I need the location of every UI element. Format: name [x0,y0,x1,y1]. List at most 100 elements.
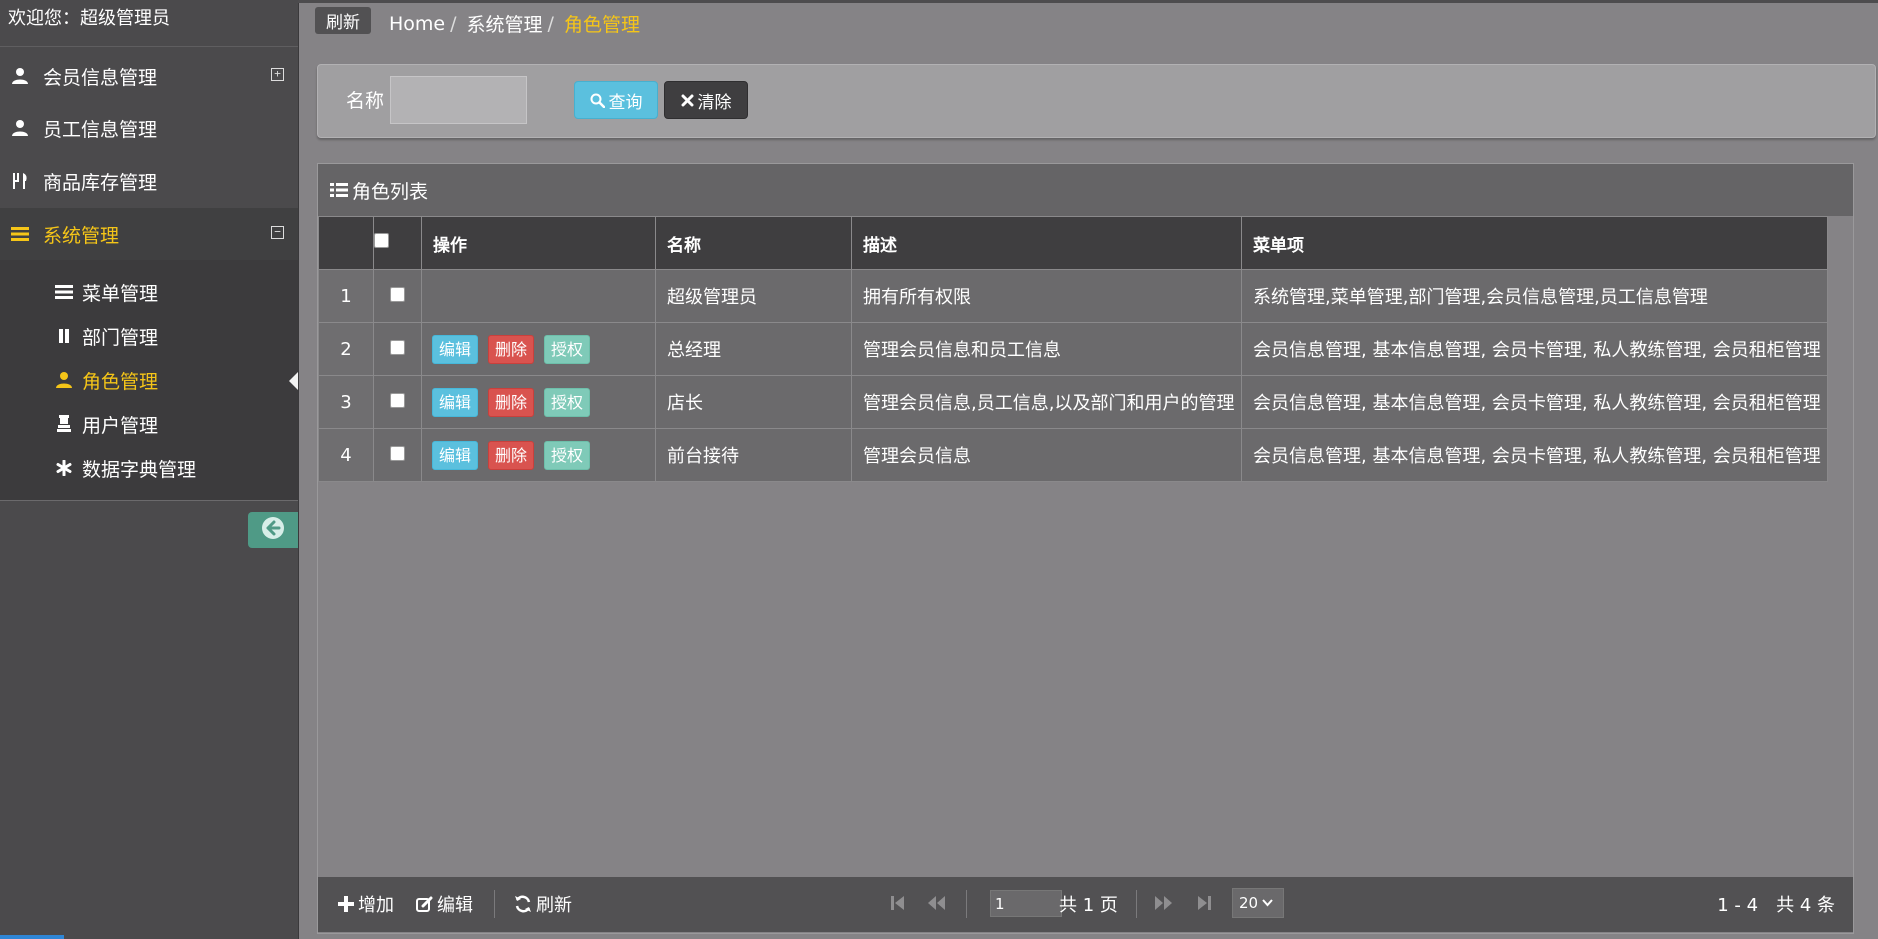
authorize-button[interactable]: 授权 [544,440,591,470]
sidebar-item-staff-info[interactable]: 员工信息管理 [0,102,298,154]
breadcrumb-system[interactable]: 系统管理 [467,10,543,37]
row-number: 4 [318,428,374,482]
grid-footer-toolbar: 增加 编辑 刷新 共 1 页 [318,877,1853,932]
delete-button[interactable]: 删除 [488,387,535,417]
clear-button[interactable]: 清除 [664,81,748,119]
table-row[interactable]: 3 编辑 删除 授权 店长 管理会员信息,员工信息,以及部门和用户的管理 会员信息管… [318,375,1828,429]
next-page-icon[interactable] [1154,894,1174,912]
row-actions-cell [421,269,656,323]
list-icon [10,226,30,242]
edit-button[interactable]: 编辑 [432,387,479,417]
row-number: 2 [318,322,374,376]
king-icon [54,415,74,433]
asterisk-icon [54,460,74,476]
role-table: 操作 名称 描述 菜单项 1 超级管理员 拥有所有权限 系统管理,菜单管理,部门… [318,216,1828,482]
edit-button[interactable]: 编辑 [432,334,479,364]
add-button-label: 增加 [358,895,394,916]
breadcrumb-home[interactable]: Home [389,13,445,35]
refresh-icon [514,895,532,913]
column-header-actions[interactable]: 操作 [421,216,656,270]
clear-button-label: 清除 [697,92,732,113]
query-button-label: 查询 [608,92,643,113]
pause-icon [54,329,74,343]
first-page-icon[interactable] [890,894,906,912]
sidebar-item-label: 数据字典管理 [82,458,197,481]
collapse-toggle-icon[interactable]: − [271,226,284,239]
sidebar-item-department-mgmt[interactable]: 部门管理 [0,314,298,358]
user-icon [54,371,74,389]
add-button[interactable]: 增加 [338,891,394,917]
breadcrumb-separator: / [547,12,554,35]
welcome-text: 欢迎您：超级管理员 [8,8,170,29]
chevron-down-icon [1262,899,1273,907]
grid-title-bar: 角色列表 [318,164,1853,216]
collapse-sidebar-button[interactable] [248,512,298,548]
prev-page-icon[interactable] [926,894,946,912]
divider [0,46,298,47]
row-name-cell: 超级管理员 [655,269,852,323]
pager-separator [966,890,967,918]
sidebar-item-system[interactable]: 系统管理 − [0,208,298,260]
row-name-cell: 店长 [655,375,852,429]
sidebar-item-member-info[interactable]: 会员信息管理 + [0,50,298,102]
edit-toolbar-button[interactable]: 编辑 [416,891,473,917]
row-checkbox[interactable] [390,286,405,302]
sidebar: 欢迎您：超级管理员 会员信息管理 + 员工信息管理 商品库存管理 系统管理 − [0,0,299,939]
sidebar-item-dictionary-mgmt[interactable]: 数据字典管理 [0,446,298,490]
breadcrumb-separator: / [450,12,457,35]
edit-toolbar-label: 编辑 [437,895,473,916]
row-actions-cell: 编辑 删除 授权 [421,322,656,376]
row-checkbox-cell [373,428,422,482]
row-checkbox[interactable] [390,392,405,408]
table-row[interactable]: 1 超级管理员 拥有所有权限 系统管理,菜单管理,部门管理,会员信息管理,员工信… [318,269,1828,323]
column-header-menus[interactable]: 菜单项 [1241,216,1828,270]
sidebar-item-menu-mgmt[interactable]: 菜单管理 [0,270,298,314]
table-row[interactable]: 2 编辑 删除 授权 总经理 管理会员信息和员工信息 会员信息管理, 基本信息管理,… [318,322,1828,376]
column-header-name[interactable]: 名称 [655,216,852,270]
row-number: 1 [318,269,374,323]
row-checkbox-cell [373,375,422,429]
row-description-cell: 管理会员信息,员工信息,以及部门和用户的管理 [851,375,1242,429]
delete-button[interactable]: 删除 [488,334,535,364]
row-menus-cell: 系统管理,菜单管理,部门管理,会员信息管理,员工信息管理 [1241,269,1828,323]
refresh-tab[interactable]: 刷新 [315,7,371,34]
sidebar-item-inventory[interactable]: 商品库存管理 [0,155,298,207]
select-all-checkbox[interactable] [374,233,389,248]
row-actions-cell: 编辑 删除 授权 [421,428,656,482]
expand-toggle-icon[interactable]: + [271,68,284,81]
row-description-cell: 管理会员信息 [851,428,1242,482]
active-indicator-icon [289,372,298,390]
authorize-button[interactable]: 授权 [544,387,591,417]
table-row[interactable]: 4 编辑 删除 授权 前台接待 管理会员信息 会员信息管理, 基本信息管理, 会员卡… [318,428,1828,482]
sidebar-item-label: 角色管理 [82,370,159,393]
breadcrumb: Home / 系统管理 / 角色管理 [389,10,640,37]
column-header-description[interactable]: 描述 [851,216,1242,270]
search-name-input[interactable] [390,76,527,124]
query-button[interactable]: 查询 [574,81,658,119]
cutlery-icon [10,172,30,190]
authorize-button[interactable]: 授权 [544,334,591,364]
refresh-toolbar-button[interactable]: 刷新 [514,891,572,917]
toolbar-separator [494,890,495,918]
edit-button[interactable]: 编辑 [432,440,479,470]
row-checkbox-cell [373,322,422,376]
row-checkbox[interactable] [390,339,405,355]
sidebar-item-label: 员工信息管理 [43,118,158,141]
row-menus-cell: 会员信息管理, 基本信息管理, 会员卡管理, 私人教练管理, 会员租柜管理 [1241,322,1828,376]
plus-icon [338,896,354,912]
last-page-icon[interactable] [1196,894,1212,912]
row-checkbox[interactable] [390,445,405,461]
rownum-header [318,216,374,270]
sidebar-item-user-mgmt[interactable]: 用户管理 [0,402,298,446]
arrow-left-circle-icon [261,516,285,544]
sidebar-item-role-mgmt[interactable]: 角色管理 [0,358,298,402]
page-size-select[interactable]: 20 [1232,888,1284,918]
delete-button[interactable]: 删除 [488,440,535,470]
page-number-input[interactable] [990,890,1062,917]
row-actions-cell: 编辑 删除 授权 [421,375,656,429]
sidebar-item-label: 部门管理 [82,326,159,349]
system-submenu: 菜单管理 部门管理 角色管理 用户管理 数据字典管理 [0,260,298,500]
pager-separator [1136,890,1137,918]
th-list-icon [330,182,348,198]
record-count-info: 1 - 4 共 4 条 [1717,895,1835,916]
